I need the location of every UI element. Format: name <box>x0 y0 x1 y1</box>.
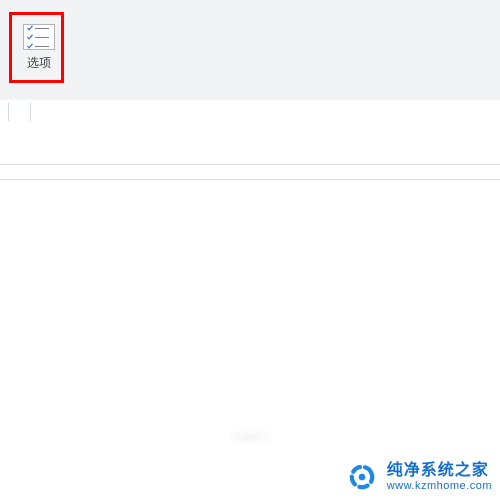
watermark-url: www.kzmhome.com <box>387 480 492 492</box>
gridline <box>0 179 500 180</box>
watermark-title: 纯净系统之家 <box>387 462 492 480</box>
formula-bar-area <box>0 100 500 125</box>
separator <box>30 103 31 121</box>
spinner-logo-icon <box>345 460 379 494</box>
separator <box>8 103 9 121</box>
smudge <box>230 430 270 444</box>
options-button[interactable]: 选项 <box>18 24 60 80</box>
gridline <box>0 164 500 165</box>
content-area <box>0 124 500 500</box>
options-button-label: 选项 <box>27 56 51 70</box>
ribbon-toolbar: 选项 <box>0 0 500 101</box>
watermark: 纯净系统之家 www.kzmhome.com <box>345 460 492 494</box>
options-list-icon <box>23 24 55 50</box>
